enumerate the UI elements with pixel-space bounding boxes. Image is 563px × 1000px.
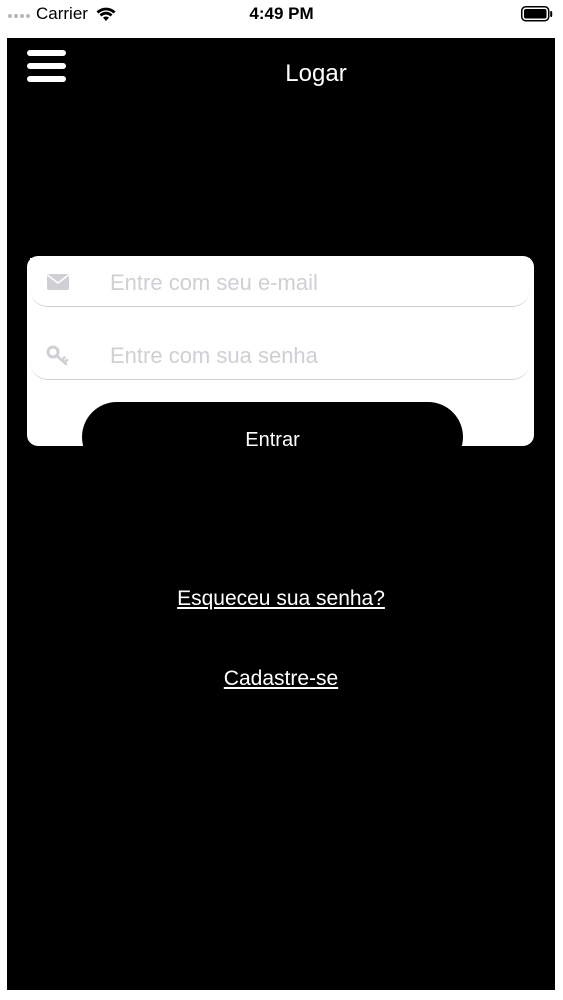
login-button[interactable]: Entrar [82, 402, 463, 472]
key-icon [46, 345, 69, 365]
password-input[interactable] [108, 337, 512, 375]
battery-icon [521, 6, 553, 22]
login-screen: Logar Entrar Esqueceu sua senha? Cadastr… [7, 38, 555, 990]
page-title: Logar [285, 60, 347, 87]
envelope-icon [47, 274, 69, 290]
email-field [30, 258, 530, 307]
email-input[interactable] [108, 264, 512, 302]
forgot-password-link[interactable]: Esqueceu sua senha? [7, 587, 555, 611]
signup-link[interactable]: Cadastre-se [7, 667, 555, 691]
status-bar: Carrier 4:49 PM [0, 0, 563, 30]
password-field [30, 331, 530, 380]
status-time: 4:49 PM [249, 4, 314, 23]
